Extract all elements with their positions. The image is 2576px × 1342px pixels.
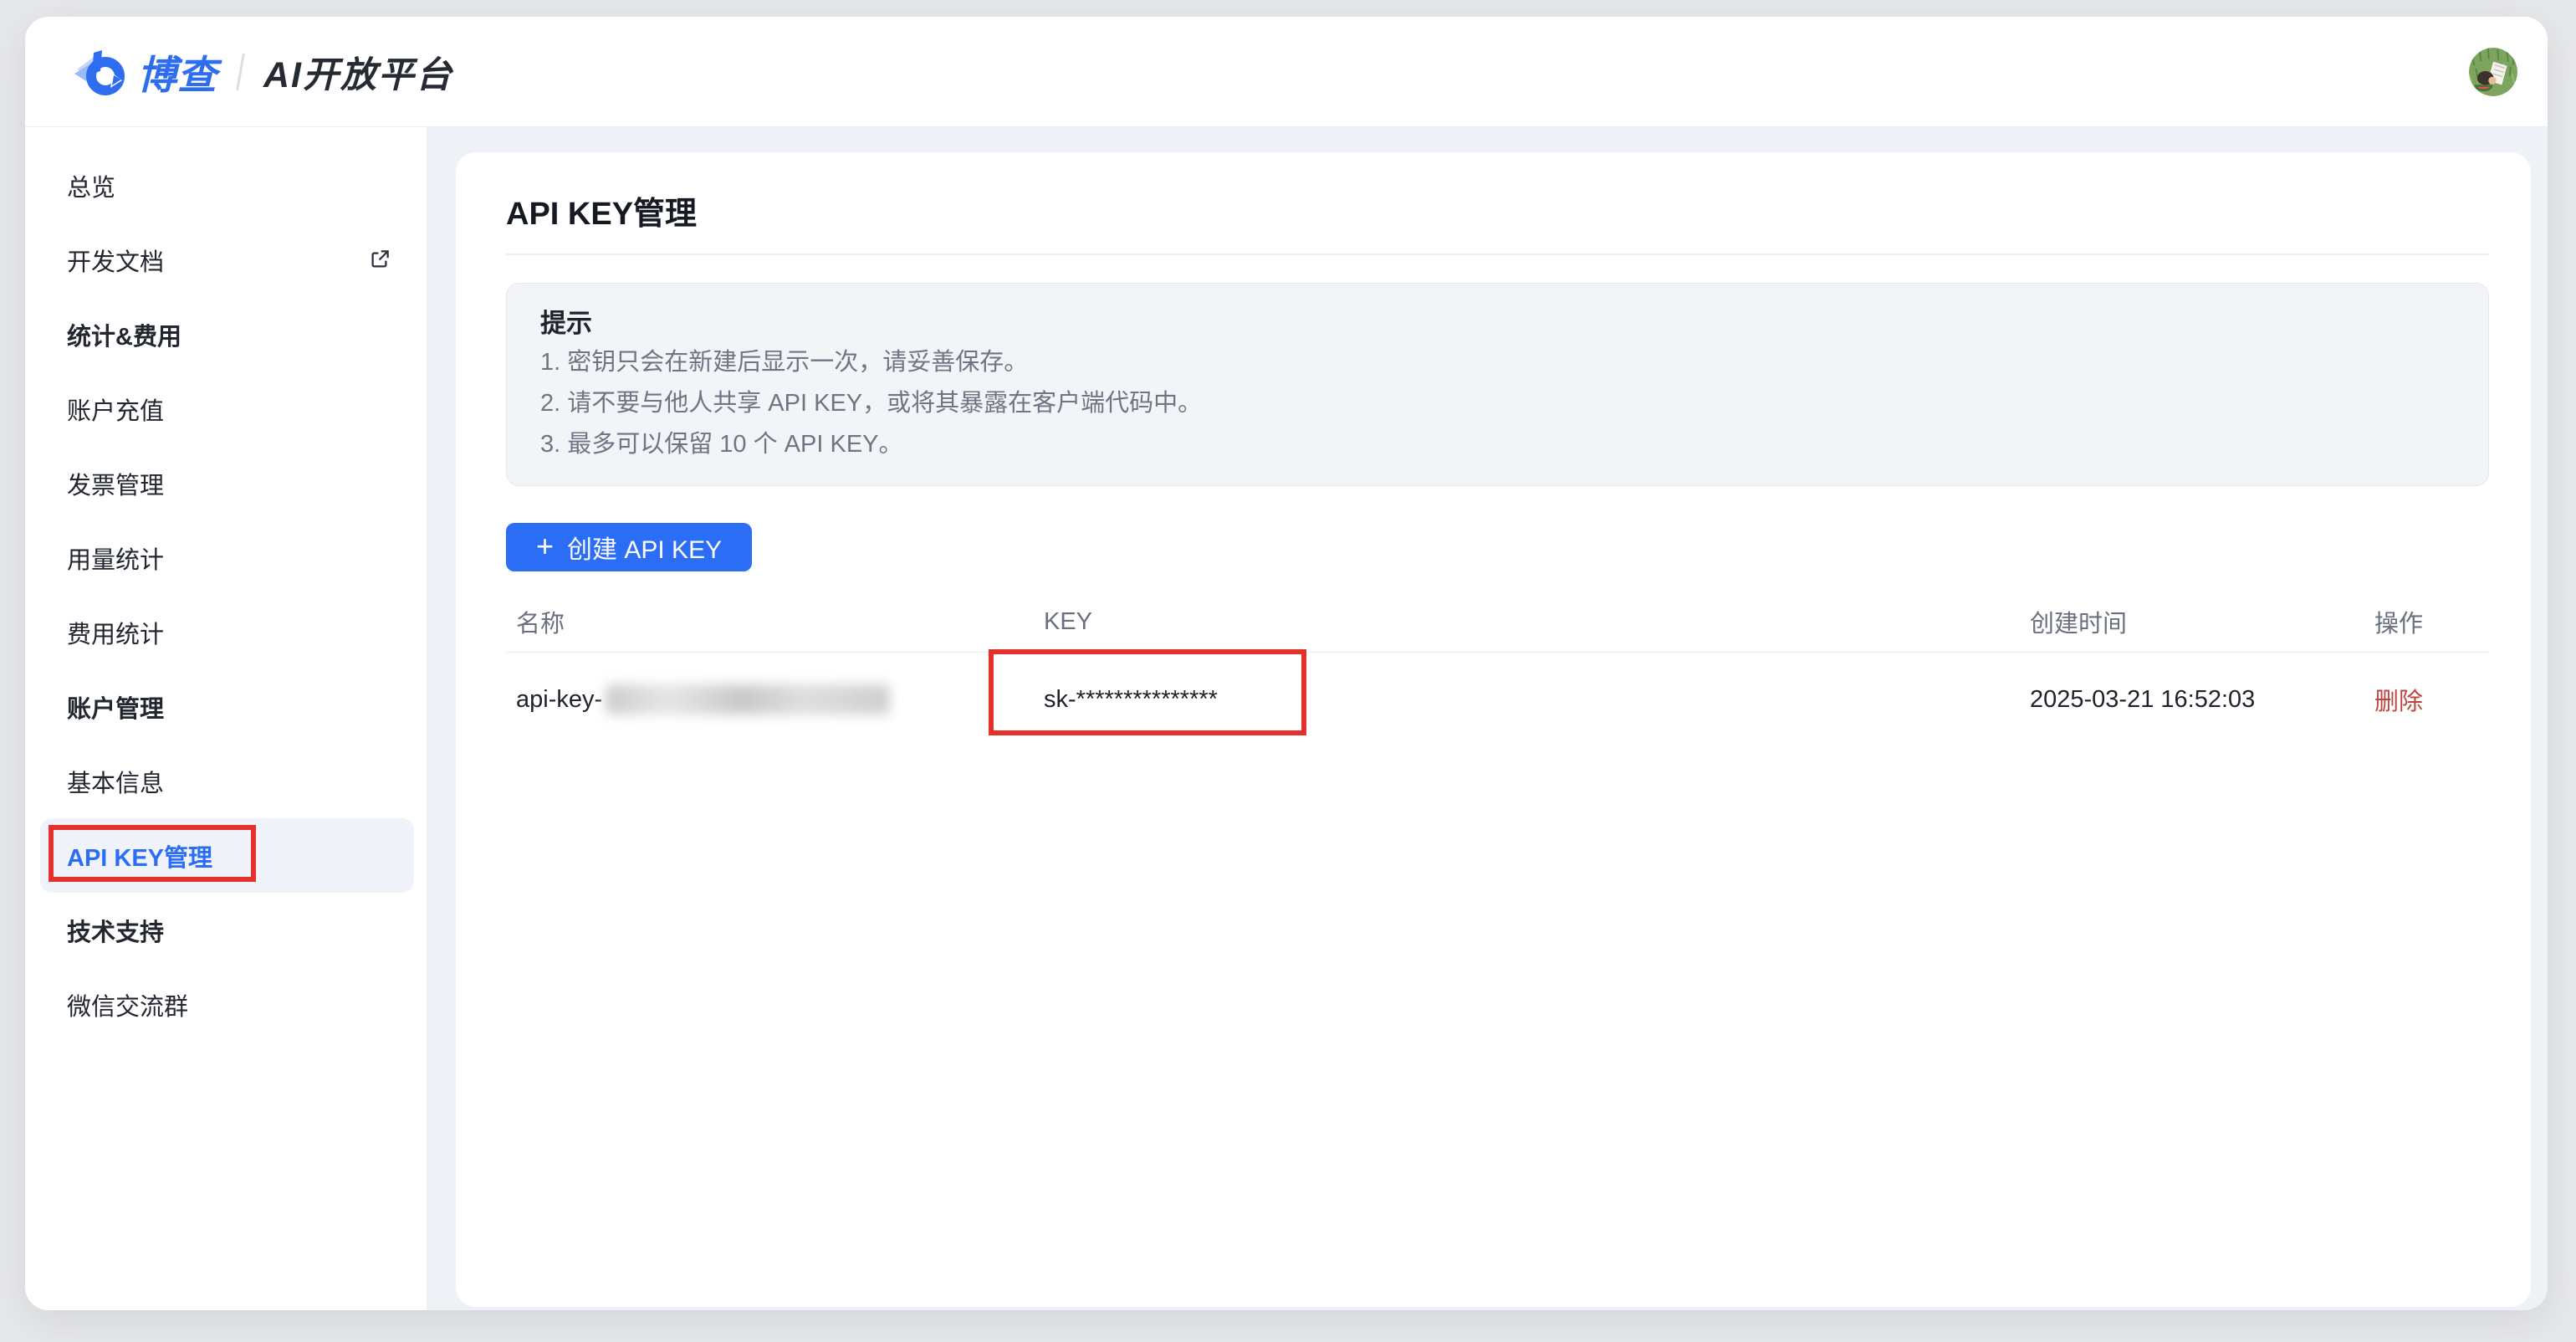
- api-key-name-redacted: [606, 684, 890, 715]
- column-header-created-at: 创建时间: [2030, 604, 2374, 639]
- sidebar-section-label: 账户管理: [67, 689, 164, 725]
- brand-divider: [236, 54, 245, 90]
- sidebar-item-invoice[interactable]: 发票管理: [40, 446, 414, 520]
- sidebar-item-cost-stats[interactable]: 费用统计: [40, 595, 414, 669]
- sidebar-item-label: 总览: [67, 168, 115, 203]
- top-header: 博查 AI开放平台: [25, 17, 2548, 127]
- create-api-key-label: 创建 API KEY: [567, 529, 722, 566]
- delete-api-key-link[interactable]: 删除: [2374, 689, 2423, 715]
- api-key-table: 名称 KEY 创建时间 操作 api-key- sk-*************…: [506, 592, 2489, 746]
- sidebar-item-api-key-management[interactable]: API KEY管理: [40, 818, 414, 893]
- sidebar-item-dev-docs[interactable]: 开发文档: [40, 223, 414, 297]
- sidebar-item-label: 费用统计: [67, 615, 164, 650]
- sidebar-item-wechat-group[interactable]: 微信交流群: [40, 967, 414, 1042]
- sidebar: 总览 开发文档 统计&费用 账户充值 发票管理: [25, 127, 427, 1310]
- sidebar-item-label: 发票管理: [67, 466, 164, 501]
- table-row: api-key- sk-*************** 2025-03-21 1…: [506, 653, 2489, 746]
- plus-icon: +: [536, 531, 554, 561]
- title-divider: [506, 254, 2489, 255]
- sidebar-section-support: 技术支持: [40, 893, 414, 967]
- sidebar-item-label: 用量统计: [67, 540, 164, 576]
- platform-title: AI开放平台: [263, 46, 453, 98]
- api-key-name-prefix: api-key-: [516, 686, 602, 714]
- sidebar-item-label: 开发文档: [67, 243, 164, 278]
- sidebar-item-label: 基本信息: [67, 764, 164, 799]
- app-window: 博查 AI开放平台: [25, 17, 2548, 1310]
- sidebar-item-label: 账户充值: [67, 392, 164, 427]
- sidebar-section-stats-fees: 统计&费用: [40, 297, 414, 371]
- sidebar-item-overview[interactable]: 总览: [40, 148, 414, 223]
- api-key-panel: API KEY管理 提示 1. 密钥只会在新建后显示一次，请妥善保存。 2. 请…: [456, 152, 2531, 1307]
- tip-line-2: 2. 请不要与他人共享 API KEY，或将其暴露在客户端代码中。: [540, 383, 2455, 424]
- table-header-row: 名称 KEY 创建时间 操作: [506, 592, 2489, 652]
- tip-line-1: 1. 密钥只会在新建后显示一次，请妥善保存。: [540, 342, 2455, 383]
- column-header-name: 名称: [506, 604, 1037, 639]
- sidebar-item-label: API KEY管理: [67, 838, 212, 873]
- api-key-value-cell: sk-***************: [1037, 686, 2030, 714]
- sidebar-section-label: 统计&费用: [67, 317, 181, 352]
- main-content: API KEY管理 提示 1. 密钥只会在新建后显示一次，请妥善保存。 2. 请…: [427, 127, 2548, 1310]
- tip-line-3: 3. 最多可以保留 10 个 API KEY。: [540, 424, 2455, 465]
- api-key-created-at: 2025-03-21 16:52:03: [2030, 686, 2374, 714]
- sidebar-item-usage-stats[interactable]: 用量统计: [40, 520, 414, 595]
- tip-box: 提示 1. 密钥只会在新建后显示一次，请妥善保存。 2. 请不要与他人共享 AP…: [506, 283, 2489, 486]
- avatar-image: [2469, 48, 2517, 96]
- create-api-key-button[interactable]: + 创建 API KEY: [506, 523, 752, 571]
- sidebar-section-label: 技术支持: [67, 913, 164, 948]
- app-body: 总览 开发文档 统计&费用 账户充值 发票管理: [25, 127, 2548, 1310]
- api-key-masked-value: sk-***************: [1044, 686, 1218, 713]
- sidebar-item-basic-info[interactable]: 基本信息: [40, 744, 414, 818]
- page-title: API KEY管理: [506, 152, 2489, 233]
- column-header-key: KEY: [1037, 608, 2030, 636]
- sidebar-item-recharge[interactable]: 账户充值: [40, 371, 414, 446]
- sidebar-section-account: 账户管理: [40, 669, 414, 744]
- bocha-b-logo-icon: [74, 46, 129, 98]
- brand-name: 博查: [137, 43, 217, 100]
- brand: 博查 AI开放平台: [74, 43, 453, 100]
- external-link-icon: [368, 248, 391, 271]
- user-avatar[interactable]: [2469, 48, 2517, 96]
- sidebar-item-label: 微信交流群: [67, 987, 188, 1022]
- column-header-action: 操作: [2374, 604, 2489, 639]
- api-key-name-cell: api-key-: [506, 684, 1037, 715]
- tip-title: 提示: [540, 305, 2455, 342]
